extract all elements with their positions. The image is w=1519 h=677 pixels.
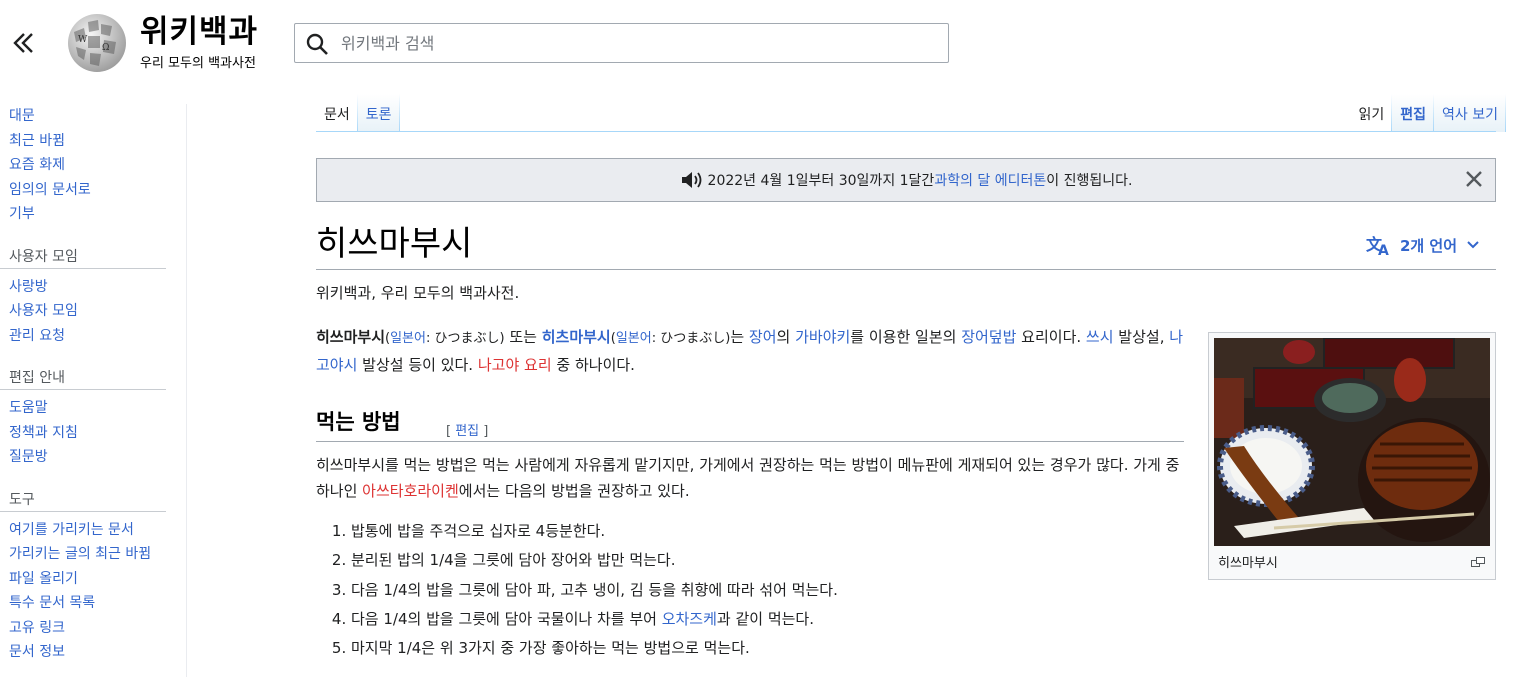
- close-icon[interactable]: [1463, 168, 1485, 190]
- text-origin1: 발상설,: [1113, 328, 1170, 346]
- svg-text:W: W: [78, 35, 88, 45]
- svg-text:Ω: Ω: [102, 43, 109, 53]
- tab-talk[interactable]: 토론: [357, 94, 400, 132]
- sidebar-item-admin-requests[interactable]: 관리 요청: [0, 324, 186, 349]
- sidebar-item-page-info[interactable]: 문서 정보: [0, 640, 186, 665]
- search-icon[interactable]: [305, 32, 329, 56]
- link-kabayaki[interactable]: 가바야키: [795, 328, 850, 346]
- wikipedia-logo[interactable]: W Ω: [64, 12, 130, 74]
- section-edit-link[interactable]: 편집: [455, 424, 479, 439]
- kana: ひつまぶし: [434, 331, 500, 346]
- term-hitsumabushi: 히쓰마부시: [316, 328, 386, 346]
- tab-talk-label: 토론: [365, 107, 392, 123]
- list-item: 마지막 1/4은 위 3가지 중 가장 좋아하는 먹는 방법으로 먹는다.: [351, 634, 838, 663]
- steps-list: 밥통에 밥을 주걱으로 십자로 4등분한다. 분리된 밥의 1/4을 그릇에 담…: [320, 517, 838, 663]
- svg-text:A: A: [1378, 243, 1389, 256]
- sidebar-item-main-page[interactable]: 대문: [0, 104, 186, 129]
- section-divider: [316, 441, 1184, 442]
- chevron-down-icon: [1467, 241, 1479, 249]
- tab-read[interactable]: 읽기: [1350, 94, 1393, 132]
- site-wordmark[interactable]: 위키백과: [140, 14, 258, 50]
- text-of: 의: [776, 328, 796, 346]
- site-subtitle: 위키백과, 우리 모두의 백과사전.: [316, 284, 520, 302]
- text-one-of: 중 하나이다.: [551, 356, 635, 374]
- link-eel[interactable]: 장어: [749, 328, 777, 346]
- site-notice: 2022년 4월 1일부터 30일까지 1달간 과학의 달 에디터톤 이 진행됩니…: [316, 158, 1496, 202]
- tab-article[interactable]: 문서: [316, 94, 358, 132]
- list-item: 밥통에 밥을 주걱으로 십자로 4등분한다.: [351, 517, 838, 546]
- sidebar: 대문 최근 바뀜 요즘 화제 임의의 문서로 기부 사용자 모임 사랑방 사용자…: [0, 104, 187, 677]
- tab-history[interactable]: 역사 보기: [1434, 94, 1506, 132]
- page-title: 히쓰마부시: [316, 224, 473, 264]
- sidebar-item-village-pump[interactable]: 사랑방: [0, 275, 186, 300]
- language-button[interactable]: 文A 2개 언어: [1366, 234, 1483, 256]
- list-item: 분리된 밥의 1/4을 그릇에 담아 장어와 밥만 먹는다.: [351, 546, 838, 575]
- tab-edit-label: 편집: [1400, 107, 1427, 123]
- section-edit: [ 편집 ]: [446, 424, 489, 439]
- speaker-icon: [680, 171, 704, 189]
- link-japanese[interactable]: 일본어: [390, 331, 426, 346]
- text-origin2: 발상설 등이 있다.: [357, 356, 478, 374]
- sidebar-item-help[interactable]: 도움말: [0, 396, 186, 421]
- text-is: 는: [730, 328, 749, 346]
- sidebar-item-policies[interactable]: 정책과 지침: [0, 421, 186, 446]
- redlink-nagoya-cuisine[interactable]: 나고야 요리: [478, 356, 552, 374]
- sidebar-heading-help: 편집 안내: [0, 366, 166, 390]
- tab-divider: [316, 131, 1496, 132]
- text-dish: 요리이다.: [1016, 328, 1086, 346]
- translate-icon: 文A: [1366, 235, 1389, 256]
- notice-text-end: 이 진행됩니다.: [1046, 173, 1133, 189]
- notice-link[interactable]: 과학의 달 에디터톤: [934, 170, 1046, 190]
- sidebar-item-recent-changes[interactable]: 최근 바뀜: [0, 129, 186, 154]
- tab-edit[interactable]: 편집: [1392, 94, 1435, 132]
- title-divider: [316, 269, 1496, 270]
- sidebar-item-upload[interactable]: 파일 올리기: [0, 567, 186, 592]
- language-count: 2개 언어: [1399, 236, 1457, 255]
- tab-read-label: 읽기: [1358, 107, 1385, 123]
- term-hitsumabushi-alt[interactable]: 히츠마부시: [542, 328, 611, 346]
- sidebar-item-current-events[interactable]: 요즘 화제: [0, 153, 186, 178]
- section-paragraph: 히쓰마부시를 먹는 방법은 먹는 사람에게 자유롭게 맡기지만, 가게에서 권장…: [316, 452, 1186, 504]
- section-heading: 먹는 방법: [316, 410, 401, 434]
- site-tagline: 우리 모두의 백과사전: [140, 56, 256, 71]
- sidebar-item-community[interactable]: 사용자 모임: [0, 299, 186, 324]
- tab-article-label: 문서: [324, 107, 350, 123]
- collapse-sidebar-icon[interactable]: [8, 28, 38, 58]
- intro-paragraph: 히쓰마부시(일본어: ひつまぶし) 또는 히츠마부시(일본어: ひつまぶし)는 …: [316, 328, 1184, 374]
- link-ochazuke[interactable]: 오차즈케: [662, 610, 717, 628]
- step4-text: 다음 1/4의 밥을 그릇에 담아 국물이나 차를 부어: [351, 609, 662, 628]
- list-item: 다음 1/4의 밥을 그릇에 담아 파, 고추 냉이, 김 등을 취향에 따라 …: [351, 576, 838, 605]
- tab-history-label: 역사 보기: [1442, 107, 1498, 123]
- section-text-b: 에서는 다음의 방법을 권장하고 있다.: [458, 482, 690, 500]
- sidebar-item-permalink[interactable]: 고유 링크: [0, 616, 186, 641]
- namespace-tabs: 문서 토론: [316, 94, 400, 132]
- view-tabs: 읽기 편집 역사 보기: [1350, 94, 1506, 132]
- list-item: 다음 1/4의 밥을 그릇에 담아 국물이나 차를 부어 오차즈케과 같이 먹는…: [351, 605, 838, 634]
- sidebar-heading-tools: 도구: [0, 488, 166, 512]
- link-tsu[interactable]: 쓰시: [1086, 328, 1114, 346]
- sidebar-item-donate[interactable]: 기부: [0, 202, 186, 227]
- text-or: 또는: [504, 328, 542, 346]
- search-box[interactable]: [294, 23, 949, 63]
- sidebar-item-what-links-here[interactable]: 여기를 가리키는 문서: [0, 518, 186, 543]
- kana-2: ひつまぶし: [660, 331, 726, 346]
- sidebar-heading-community: 사용자 모임: [0, 245, 166, 269]
- text-using: 를 이용한 일본의: [850, 328, 962, 346]
- search-input[interactable]: [339, 29, 939, 57]
- link-japanese-2[interactable]: 일본어: [616, 331, 652, 346]
- sidebar-item-questions[interactable]: 질문방: [0, 445, 186, 470]
- redlink-restaurant[interactable]: 아쓰타호라이켄: [362, 482, 459, 500]
- step4-end: 과 같이 먹는다.: [716, 609, 814, 628]
- sidebar-item-special-pages[interactable]: 특수 문서 목록: [0, 591, 186, 616]
- dish-image[interactable]: [1214, 337, 1490, 546]
- figure-caption: 히쓰마부시: [1218, 556, 1278, 571]
- link-unadon[interactable]: 장어덮밥: [961, 328, 1016, 346]
- enlarge-icon[interactable]: [1471, 552, 1485, 567]
- notice-text: 2022년 4월 1일부터 30일까지 1달간: [707, 173, 935, 189]
- sidebar-item-related-changes[interactable]: 가리키는 글의 최근 바뀜: [0, 542, 186, 567]
- image-figure: 히쓰마부시: [1208, 332, 1496, 580]
- sidebar-item-random[interactable]: 임의의 문서로: [0, 178, 186, 203]
